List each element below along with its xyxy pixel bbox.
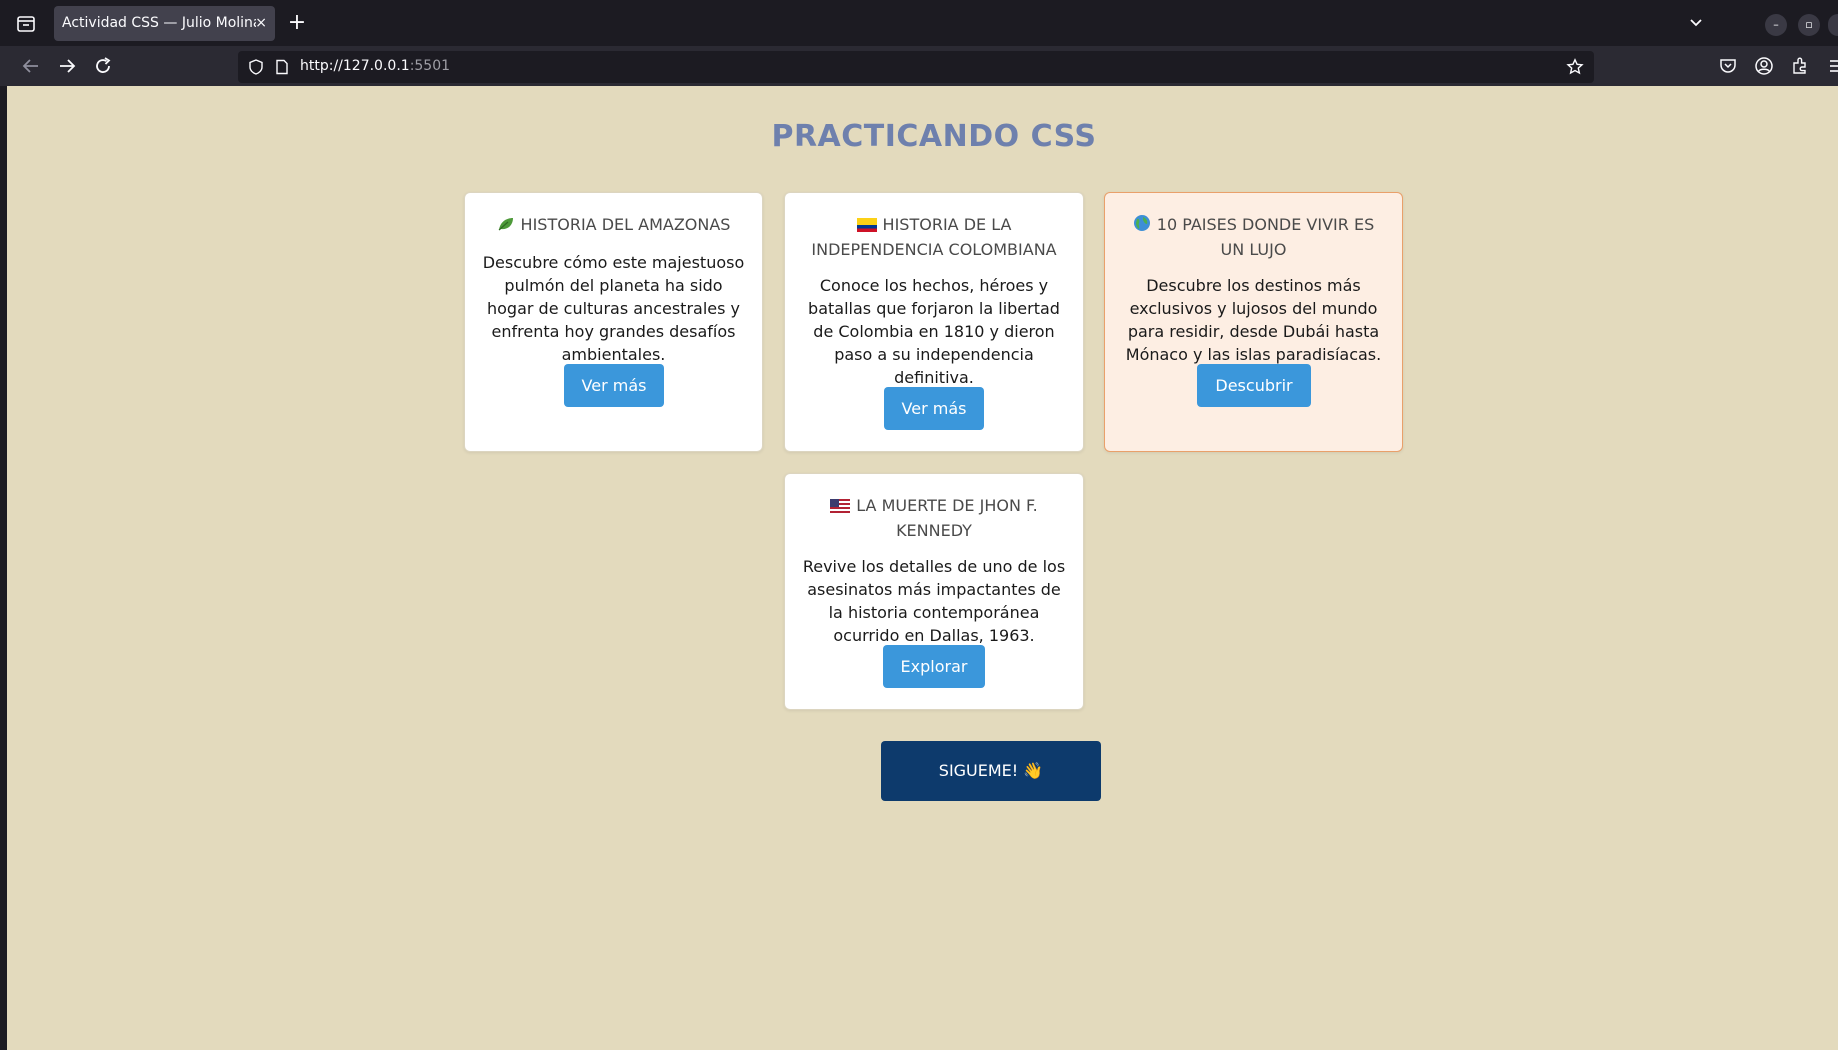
url-host: http://127.0.0.1 bbox=[300, 58, 410, 74]
account-icon[interactable] bbox=[1754, 56, 1774, 76]
card-description: Descubre los destinos más exclusivos y l… bbox=[1125, 276, 1382, 364]
card-description: Conoce los hechos, héroes y batallas que… bbox=[808, 276, 1060, 387]
card-title: LA MUERTE DE JHON F. KENNEDY bbox=[785, 494, 1083, 542]
page-title: PRACTICANDO CSS bbox=[771, 119, 1097, 154]
card-independencia: HISTORIA DE LA INDEPENDENCIA COLOMBIANA … bbox=[784, 192, 1084, 452]
tab-bar: Actividad CSS — Julio Molina × + – ▫ bbox=[0, 0, 1838, 46]
active-tab[interactable]: Actividad CSS — Julio Molina × bbox=[54, 6, 275, 41]
back-icon[interactable] bbox=[20, 55, 42, 77]
extensions-icon[interactable] bbox=[1790, 56, 1810, 76]
card-title: HISTORIA DEL AMAZONAS bbox=[465, 213, 762, 238]
tab-list-icon[interactable] bbox=[14, 12, 38, 36]
colombia-flag-icon bbox=[856, 215, 877, 238]
card-title: HISTORIA DE LA INDEPENDENCIA COLOMBIANA bbox=[785, 213, 1083, 261]
url-bar[interactable]: http://127.0.0.1:5501 bbox=[238, 51, 1594, 83]
shield-icon[interactable] bbox=[248, 59, 264, 75]
tab-title: Actividad CSS — Julio Molina bbox=[62, 15, 256, 31]
usa-flag-icon bbox=[830, 496, 851, 519]
descubrir-button[interactable]: Descubrir bbox=[1197, 364, 1311, 407]
minimize-icon[interactable]: – bbox=[1765, 14, 1787, 36]
bookmark-star-icon[interactable] bbox=[1566, 58, 1584, 76]
pocket-icon[interactable] bbox=[1718, 56, 1738, 76]
ver-mas-button[interactable]: Ver más bbox=[884, 387, 984, 430]
card-amazonas: HISTORIA DEL AMAZONAS Descubre cómo este… bbox=[464, 192, 763, 452]
tab-close-icon[interactable]: × bbox=[255, 15, 267, 31]
explorar-button[interactable]: Explorar bbox=[883, 645, 985, 688]
card-title-text: 10 PAISES DONDE VIVIR ES UN LUJO bbox=[1156, 215, 1375, 259]
page-icon[interactable] bbox=[274, 59, 290, 75]
card-paises: 10 PAISES DONDE VIVIR ES UN LUJO Descubr… bbox=[1104, 192, 1403, 452]
restore-icon[interactable]: ▫ bbox=[1798, 14, 1820, 36]
chevron-down-icon[interactable] bbox=[1688, 14, 1704, 34]
ver-mas-button[interactable]: Ver más bbox=[564, 364, 664, 407]
leaf-icon bbox=[497, 215, 515, 238]
url-text[interactable]: http://127.0.0.1:5501 bbox=[300, 58, 450, 74]
close-window-icon[interactable] bbox=[1828, 14, 1838, 36]
card-title-text: HISTORIA DE LA INDEPENDENCIA COLOMBIANA bbox=[811, 215, 1057, 259]
url-port: :5501 bbox=[409, 58, 451, 74]
forward-icon[interactable] bbox=[56, 55, 78, 77]
card-title-text: LA MUERTE DE JHON F. KENNEDY bbox=[856, 496, 1038, 540]
globe-icon bbox=[1133, 214, 1151, 238]
card-description: Descubre cómo este majestuoso pulmón del… bbox=[482, 253, 745, 364]
card-title: 10 PAISES DONDE VIVIR ES UN LUJO bbox=[1105, 213, 1402, 261]
menu-icon[interactable] bbox=[1826, 56, 1838, 76]
page-viewport: PRACTICANDO CSS HISTORIA DEL AMAZONAS De… bbox=[7, 86, 1838, 1050]
follow-button[interactable]: SIGUEME! 👋 bbox=[881, 741, 1101, 801]
navigation-bar: http://127.0.0.1:5501 bbox=[0, 46, 1838, 86]
reload-icon[interactable] bbox=[92, 55, 114, 77]
card-kennedy: LA MUERTE DE JHON F. KENNEDY Revive los … bbox=[784, 473, 1084, 710]
card-description: Revive los detalles de uno de los asesin… bbox=[802, 557, 1066, 645]
new-tab-button[interactable]: + bbox=[286, 12, 308, 34]
card-title-text: HISTORIA DEL AMAZONAS bbox=[520, 215, 731, 234]
